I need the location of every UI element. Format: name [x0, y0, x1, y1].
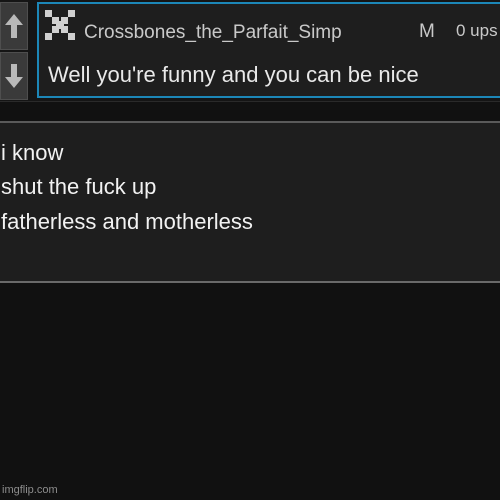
downvote-button[interactable] — [0, 52, 28, 100]
upvote-count: 0 ups — [456, 21, 498, 40]
reply-text-panel: i know shut the fuck up fatherless and m… — [0, 121, 500, 283]
up-arrow-icon — [5, 14, 23, 38]
upvote-button[interactable] — [0, 2, 28, 50]
comment-row: Crossbones_the_Parfait_Simp M 0 ups Well… — [0, 0, 500, 102]
comment-text: Well you're funny and you can be nice — [48, 62, 419, 87]
reply-line: shut the fuck up — [1, 174, 157, 199]
down-arrow-icon — [5, 64, 23, 88]
avatar[interactable] — [45, 10, 75, 40]
gender-label: M — [419, 21, 435, 42]
watermark: imgflip.com — [2, 484, 58, 496]
reply-line: fatherless and motherless — [1, 209, 253, 234]
reply-line: i know — [1, 140, 64, 165]
comment-box: Crossbones_the_Parfait_Simp M 0 ups Well… — [37, 2, 500, 98]
username-link[interactable]: Crossbones_the_Parfait_Simp — [84, 22, 342, 44]
vote-column — [0, 0, 30, 101]
